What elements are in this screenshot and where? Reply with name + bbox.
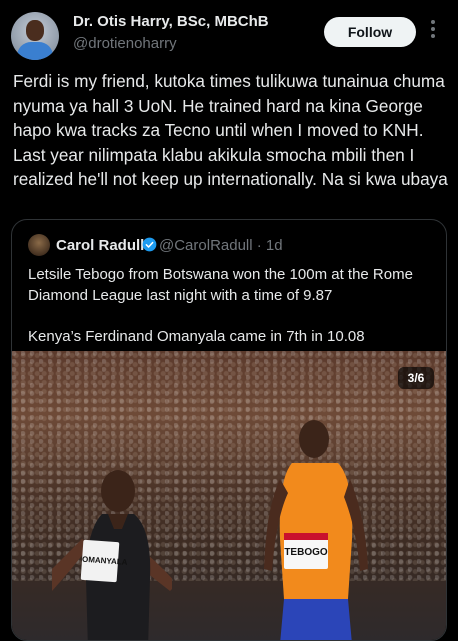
quote-paragraph: Letsile Tebogo from Botswana won the 100… bbox=[28, 266, 413, 304]
post-text: Ferdi is my friend, kutoka times tulikuw… bbox=[13, 71, 448, 189]
bib-tebogo: TEBOGO bbox=[284, 533, 328, 569]
quote-paragraph: Kenya’s Ferdinand Omanyala came in 7th i… bbox=[28, 328, 365, 345]
quote-photo[interactable]: OMANYALA TEBOGO 3/6 bbox=[12, 351, 446, 640]
follow-button[interactable]: Follow bbox=[324, 17, 416, 47]
avatar-head bbox=[26, 20, 44, 41]
runner-tebogo bbox=[264, 420, 368, 640]
verified-badge-icon bbox=[142, 237, 157, 252]
quoted-tweet[interactable]: Carol Radull @CarolRadull · 1d Letsile T… bbox=[11, 219, 447, 641]
quote-text: Letsile Tebogo from Botswana won the 100… bbox=[28, 264, 428, 347]
author-name[interactable]: Dr. Otis Harry, BSc, MBChB bbox=[73, 13, 269, 30]
quote-author-handle[interactable]: @CarolRadull · 1d bbox=[159, 237, 283, 254]
quote-avatar[interactable] bbox=[28, 234, 50, 256]
quote-author-name[interactable]: Carol Radull bbox=[56, 237, 144, 254]
bib-omanyala: OMANYALA bbox=[80, 539, 128, 583]
bib-tebogo-label: TEBOGO bbox=[284, 547, 328, 558]
author-handle[interactable]: @drotienoharry bbox=[73, 35, 177, 52]
media-counter: 3/6 bbox=[398, 367, 434, 389]
avatar[interactable] bbox=[11, 12, 59, 60]
tweet-header: Dr. Otis Harry, BSc, MBChB @drotienoharr… bbox=[0, 0, 458, 70]
avatar-body bbox=[17, 42, 53, 60]
more-vertical-icon[interactable] bbox=[428, 20, 438, 44]
